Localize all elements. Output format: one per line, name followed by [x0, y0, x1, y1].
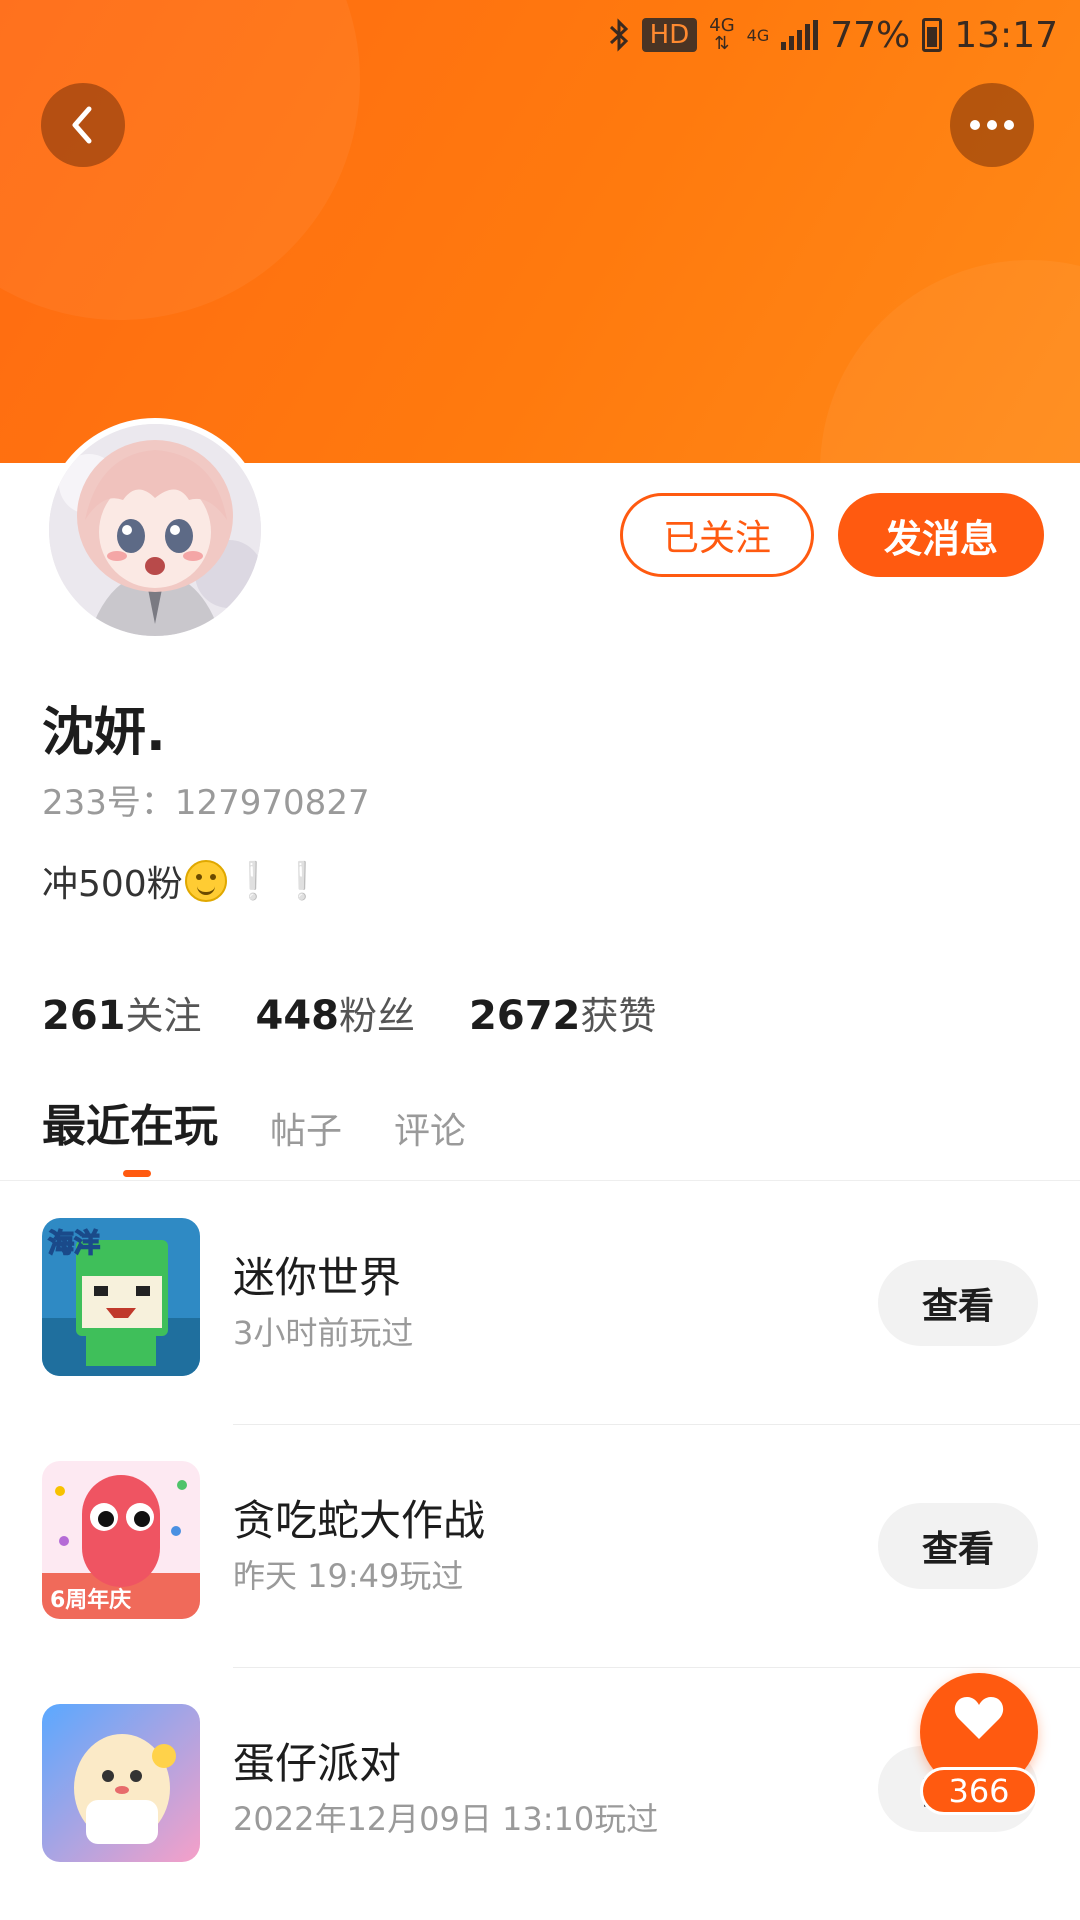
- game-list-item[interactable]: 海洋 迷你世界 3小时前玩过 查看: [0, 1182, 1080, 1424]
- data-arrows-icon: ⇅: [714, 33, 730, 54]
- battery-percent: 77%: [830, 14, 911, 56]
- game-title: 贪吃蛇大作战: [233, 1496, 486, 1545]
- active-tab-indicator: [123, 1170, 151, 1177]
- profile-stats: 261 关注 448 粉丝 2672 获赞: [42, 985, 656, 1040]
- game-last-played: 2022年12月09日 13:10玩过: [233, 1800, 659, 1838]
- game-list-item[interactable]: 蛋仔派对 2022年12月09日 13:10玩过 查看: [0, 1668, 1080, 1910]
- profile-tabs: 最近在玩 帖子 评论: [42, 1090, 466, 1154]
- back-button[interactable]: [41, 83, 125, 167]
- battery-icon: [922, 18, 943, 52]
- game-icon-badge: 海洋: [48, 1228, 100, 1259]
- avatar-image: [49, 424, 261, 636]
- stat-likes: 2672 获赞: [469, 985, 656, 1040]
- signal-icon: [781, 20, 819, 50]
- user-name: 沈妍.: [42, 703, 166, 763]
- clock: 13:17: [954, 14, 1058, 56]
- game-icon-badge: 6周年庆: [50, 1587, 131, 1613]
- heart-icon: [954, 1697, 1004, 1739]
- bio-text: 冲500粉: [42, 864, 183, 905]
- game-last-played: 昨天 19:49玩过: [233, 1557, 464, 1595]
- user-bio: 冲500粉 ❕❕: [42, 855, 328, 907]
- send-message-button[interactable]: 发消息: [838, 493, 1044, 577]
- view-game-button[interactable]: 查看: [878, 1503, 1038, 1589]
- game-title: 迷你世界: [233, 1253, 402, 1302]
- chevron-left-icon: [72, 106, 92, 144]
- divider: [0, 1180, 1080, 1181]
- stat-number: 261: [42, 993, 126, 1039]
- tab-comments[interactable]: 评论: [394, 1102, 466, 1154]
- stat-label: 关注: [125, 994, 202, 1038]
- bluetooth-icon: [609, 18, 628, 52]
- stat-number: 2672: [469, 993, 581, 1039]
- smile-emoji-icon: [184, 860, 227, 902]
- stat-followers[interactable]: 448 粉丝: [256, 985, 416, 1040]
- avatar[interactable]: [43, 418, 267, 642]
- game-icon-snake: 6周年庆: [42, 1461, 200, 1619]
- game-last-played: 3小时前玩过: [233, 1314, 414, 1352]
- stat-label: 获赞: [580, 994, 657, 1038]
- game-icon-mini-world: 海洋: [42, 1218, 200, 1376]
- tab-recent-games[interactable]: 最近在玩: [42, 1090, 218, 1154]
- game-icon-eggy-party: [42, 1704, 200, 1862]
- more-horizontal-icon: [970, 120, 1014, 130]
- status-bar: HD 4G ⇅ 4G 77% 13:17: [608, 10, 1058, 60]
- network-indicator: 4G ⇅: [709, 17, 734, 53]
- banner-decoration: [0, 0, 360, 320]
- stat-following[interactable]: 261 关注: [42, 985, 202, 1040]
- banner-decoration: [820, 260, 1080, 463]
- stat-label: 粉丝: [339, 994, 416, 1038]
- network-type-label-2: 4G: [746, 25, 770, 45]
- tab-posts[interactable]: 帖子: [270, 1102, 342, 1154]
- game-title: 蛋仔派对: [233, 1739, 402, 1788]
- hd-badge: HD: [641, 18, 698, 52]
- exclamation-icon: ❕❕: [230, 861, 329, 902]
- followed-button[interactable]: 已关注: [620, 493, 814, 577]
- stat-number: 448: [255, 993, 340, 1039]
- view-game-button[interactable]: 查看: [878, 1260, 1038, 1346]
- more-button[interactable]: [950, 83, 1034, 167]
- game-list-item[interactable]: 6周年庆 贪吃蛇大作战 昨天 19:49玩过 查看: [0, 1425, 1080, 1667]
- user-id: 233号：127970827: [42, 783, 370, 823]
- profile-banner: [0, 0, 1080, 463]
- like-count: 366: [920, 1767, 1038, 1815]
